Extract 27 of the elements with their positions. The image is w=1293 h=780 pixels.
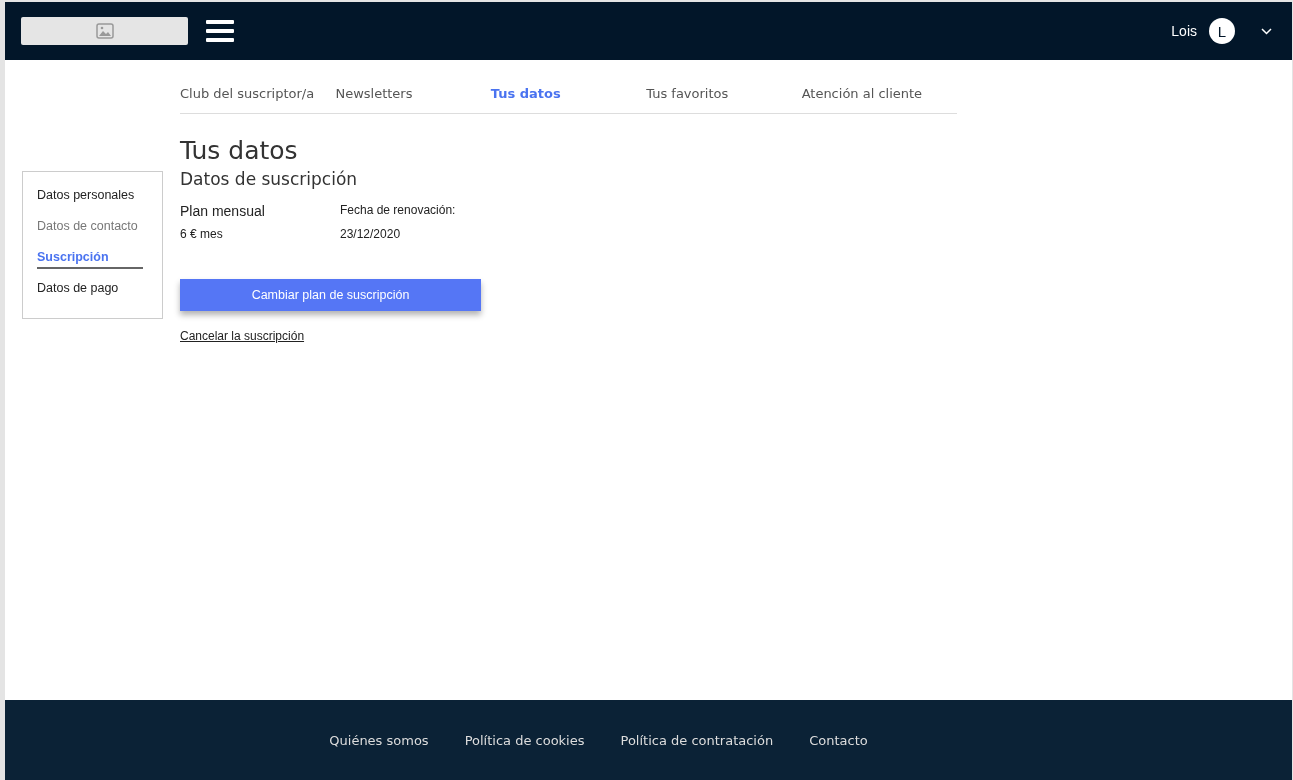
footer-link[interactable]: Política de cookies xyxy=(464,732,585,748)
nav-tab[interactable]: Atención al cliente xyxy=(801,86,958,101)
cancel-link[interactable]: Cancelar la suscripción xyxy=(180,329,305,343)
menu-button[interactable] xyxy=(206,19,234,43)
nav-tab[interactable]: Club del suscriptor/a xyxy=(180,86,336,101)
user-name[interactable]: Lois xyxy=(1171,23,1197,39)
footer-link[interactable]: Contacto xyxy=(809,732,868,748)
plan-price: 6 € mes xyxy=(180,227,224,241)
sidebar-item[interactable]: Suscripción xyxy=(37,250,143,269)
user-avatar[interactable]: L xyxy=(1209,18,1235,44)
nav-tab[interactable]: Tus datos xyxy=(490,86,647,101)
sidebar-item[interactable]: Datos de pago xyxy=(37,281,143,300)
sidebar-item[interactable]: Datos personales xyxy=(37,188,143,207)
nav-tab[interactable]: Newsletters xyxy=(335,86,491,101)
footer-link[interactable]: Quiénes somos xyxy=(329,732,429,748)
renewal-date: 23/12/2020 xyxy=(340,227,402,241)
change-plan-button[interactable]: Cambiar plan de suscripción xyxy=(180,279,481,311)
page-title: Tus datos xyxy=(180,136,299,165)
section-heading: Datos de suscripción xyxy=(180,169,358,189)
footer-link[interactable]: Política de contratación xyxy=(620,732,774,748)
renewal-label: Fecha de renovación: xyxy=(340,203,456,219)
image-icon xyxy=(95,23,114,39)
plan-name: Plan mensual xyxy=(180,203,266,219)
menu-icon xyxy=(206,19,234,43)
caret-icon xyxy=(1261,27,1272,35)
nav-tab[interactable]: Tus favoritos xyxy=(646,86,802,101)
sidebar-item[interactable]: Datos de contacto xyxy=(37,219,143,238)
